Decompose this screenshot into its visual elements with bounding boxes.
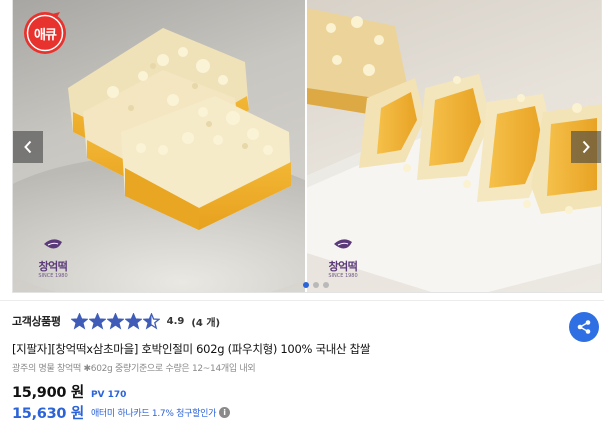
star-icon	[88, 312, 106, 329]
star-icon	[70, 312, 88, 329]
sticker-label: 애큐	[34, 28, 57, 43]
review-count[interactable]: (4 개)	[191, 314, 220, 329]
share-icon	[577, 320, 591, 334]
carousel-prev-button[interactable]	[13, 131, 43, 163]
price: 15,900 원	[12, 385, 84, 401]
rating-label: 고객상품평	[12, 315, 61, 328]
brand-logo-left: 창억떡 SINCE 1980	[27, 236, 79, 280]
star-icon	[106, 312, 124, 329]
price-row: 15,900 원 PV 170	[12, 381, 126, 402]
product-image-carousel[interactable]: 창억떡 SINCE 1980 창억떡 SINCE 1980	[12, 0, 602, 293]
brand-logo-right: 창억떡 SINCE 1980	[317, 236, 369, 280]
brand-leaf-icon	[334, 239, 352, 249]
card-discount-price: 15,630 원	[12, 406, 84, 422]
carousel-pagination	[303, 282, 329, 288]
pv-points: PV 170	[90, 390, 127, 400]
chevron-right-icon	[582, 140, 590, 154]
share-button[interactable]	[569, 312, 599, 342]
sale-sticker: 애큐	[22, 10, 68, 56]
brand-since: SINCE 1980	[328, 273, 358, 279]
carousel-dot-2[interactable]	[313, 282, 319, 288]
info-icon[interactable]: i	[219, 407, 231, 418]
carousel-dot-3[interactable]	[323, 282, 329, 288]
product-subtitle: 광주의 명물 창억떡 ✱602g 중량기준으로 수량은 12~14개입 내외	[12, 364, 256, 374]
star-icon	[124, 312, 142, 329]
carousel-next-button[interactable]	[571, 131, 601, 163]
rating-score: 4.9	[166, 315, 185, 327]
card-discount-row: 15,630 원 애터미 하나카드 1.7% 청구할인가 i	[12, 402, 231, 423]
card-discount-description: 애터미 하나카드 1.7% 청구할인가	[90, 409, 217, 419]
product-title: [지팔자][창억떡x삼초마을] 호박인절미 602g (파우치형) 100% 국…	[12, 342, 371, 356]
rating-summary[interactable]: 고객상품평 4.9 (4 개)	[12, 310, 220, 332]
rating-stars	[70, 312, 160, 330]
star-icon	[142, 312, 160, 329]
brand-name: 창억떡	[328, 260, 358, 273]
brand-since: SINCE 1980	[38, 273, 68, 279]
brand-name: 창억떡	[38, 260, 68, 273]
brand-leaf-icon	[44, 239, 62, 249]
carousel-dot-1[interactable]	[303, 282, 309, 288]
section-divider	[0, 300, 604, 301]
chevron-left-icon	[24, 140, 32, 154]
